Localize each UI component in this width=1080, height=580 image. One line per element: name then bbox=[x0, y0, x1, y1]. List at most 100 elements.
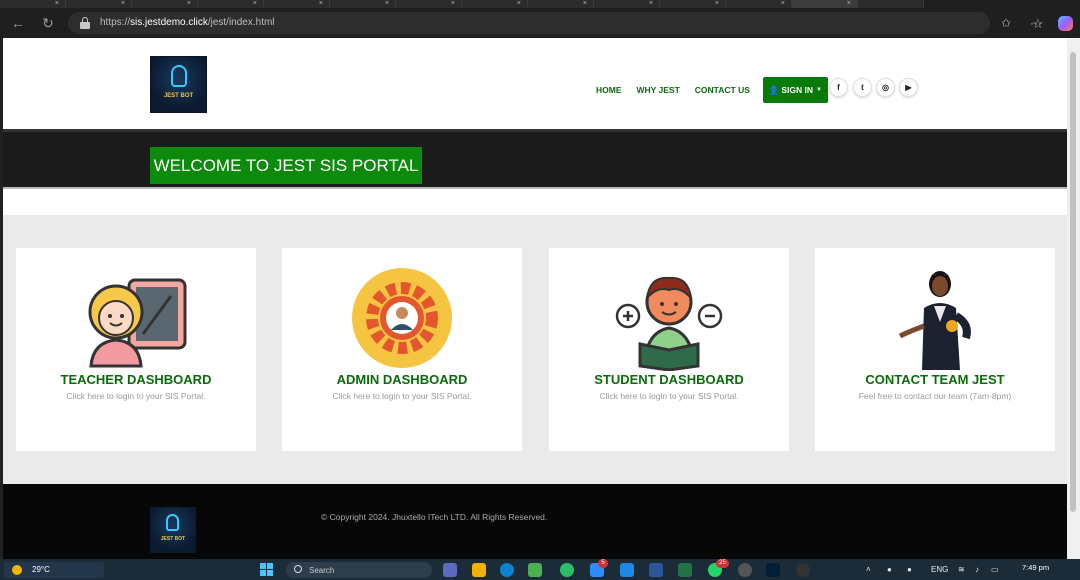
browser-tab[interactable]: × bbox=[132, 0, 198, 8]
edge-browser-icon[interactable] bbox=[500, 563, 514, 577]
student-dashboard-card[interactable]: STUDENT DASHBOARD Click here to login to… bbox=[549, 248, 789, 451]
more-menu-icon[interactable]: ··· bbox=[1030, 15, 1042, 31]
admin-dashboard-card[interactable]: ADMIN DASHBOARD Click here to login to y… bbox=[282, 248, 522, 451]
footer-logo[interactable]: JEST BOT bbox=[150, 507, 196, 553]
browser-tab-active[interactable]: × bbox=[792, 0, 858, 8]
youtube-icon[interactable]: ▶ bbox=[899, 78, 918, 97]
store-icon[interactable] bbox=[528, 563, 542, 577]
tray-arrow-icon[interactable]: ˄ bbox=[866, 565, 871, 574]
sign-in-label: SIGN IN bbox=[781, 85, 814, 95]
tab-strip: × × × × × × × × × × × × × bbox=[0, 0, 1080, 8]
browser-tab[interactable]: × bbox=[264, 0, 330, 8]
app-icon[interactable] bbox=[796, 563, 810, 577]
search-icon bbox=[294, 565, 302, 573]
main-nav: HOME WHY JEST CONTACT US 👤 SIGN IN ▼ bbox=[596, 76, 828, 104]
close-tab-icon[interactable]: × bbox=[451, 0, 455, 7]
close-tab-icon[interactable]: × bbox=[55, 0, 59, 7]
notification-badge: 5 bbox=[598, 559, 608, 568]
media-player-icon[interactable] bbox=[738, 563, 752, 577]
app-icon[interactable] bbox=[620, 563, 634, 577]
battery-icon[interactable]: ▭ bbox=[991, 565, 999, 574]
volume-icon[interactable]: ♪ bbox=[975, 565, 979, 574]
tray-app-icon[interactable]: ● bbox=[887, 565, 892, 574]
sign-in-button[interactable]: 👤 SIGN IN ▼ bbox=[762, 77, 828, 103]
nav-why-jest[interactable]: WHY JEST bbox=[637, 85, 680, 95]
url-field[interactable]: https://sis.jestdemo.click/jest/index.ht… bbox=[68, 12, 1044, 34]
browser-tab[interactable]: × bbox=[0, 0, 66, 8]
file-explorer-icon[interactable] bbox=[472, 563, 486, 577]
url-text[interactable]: https://sis.jestdemo.click/jest/index.ht… bbox=[100, 17, 275, 28]
robot-logo-icon bbox=[171, 65, 187, 87]
teacher-dashboard-card[interactable]: TEACHER DASHBOARD Click here to login to… bbox=[16, 248, 256, 451]
card-description: Click here to login to your SIS Portal. bbox=[66, 391, 206, 401]
notification-badge: 25 bbox=[716, 559, 729, 568]
copilot-icon[interactable] bbox=[1058, 16, 1073, 31]
excel-icon[interactable] bbox=[678, 563, 692, 577]
address-bar: ← ↻ https://sis.jestdemo.click/jest/inde… bbox=[0, 8, 1080, 38]
taskbar-search[interactable]: Search bbox=[286, 562, 432, 578]
windows-start-icon[interactable] bbox=[260, 563, 273, 576]
instagram-icon[interactable]: ◎ bbox=[876, 78, 895, 97]
browser-tab[interactable]: × bbox=[726, 0, 792, 8]
nav-home[interactable]: HOME bbox=[596, 85, 622, 95]
back-arrow-icon[interactable]: ← bbox=[10, 15, 26, 31]
robot-logo-icon bbox=[166, 514, 179, 531]
search-placeholder: Search bbox=[309, 566, 335, 575]
close-tab-icon[interactable]: × bbox=[517, 0, 521, 7]
browser-tab[interactable]: × bbox=[66, 0, 132, 8]
tray-app-icon[interactable]: ● bbox=[907, 565, 912, 574]
support-agent-photo bbox=[898, 271, 971, 370]
photoshop-icon[interactable] bbox=[766, 563, 780, 577]
close-tab-icon[interactable]: × bbox=[385, 0, 389, 7]
wifi-icon[interactable]: ≋ bbox=[958, 565, 965, 574]
close-tab-icon[interactable]: × bbox=[319, 0, 323, 7]
browser-tab[interactable]: × bbox=[198, 0, 264, 8]
card-description: Click here to login to your SIS Portal. bbox=[599, 391, 739, 401]
browser-tab[interactable]: × bbox=[330, 0, 396, 8]
close-tab-icon[interactable]: × bbox=[121, 0, 125, 7]
user-icon: 👤 bbox=[768, 84, 780, 95]
site-header: JEST BOT HOME WHY JEST CONTACT US 👤 SIGN… bbox=[3, 38, 1067, 129]
close-tab-icon[interactable]: × bbox=[847, 0, 851, 7]
logo-text: JEST BOT bbox=[163, 93, 194, 99]
new-tab-button[interactable] bbox=[858, 0, 924, 8]
card-description: Click here to login to your SIS Portal. bbox=[332, 391, 472, 401]
close-tab-icon[interactable]: × bbox=[187, 0, 191, 7]
word-icon[interactable] bbox=[649, 563, 663, 577]
lock-icon[interactable] bbox=[80, 17, 90, 29]
close-tab-icon[interactable]: × bbox=[253, 0, 257, 7]
weather-widget[interactable]: 29°C bbox=[4, 562, 104, 578]
close-tab-icon[interactable]: × bbox=[781, 0, 785, 7]
language-indicator[interactable]: ENG bbox=[931, 565, 948, 574]
task-view-icon[interactable] bbox=[443, 563, 457, 577]
twitter-icon[interactable]: t bbox=[853, 78, 872, 97]
browser-tab[interactable]: × bbox=[462, 0, 528, 8]
card-title: STUDENT DASHBOARD bbox=[594, 372, 744, 387]
browser-tab[interactable]: × bbox=[396, 0, 462, 8]
refresh-icon[interactable]: ↻ bbox=[40, 15, 56, 31]
close-tab-icon[interactable]: × bbox=[583, 0, 587, 7]
close-tab-icon[interactable]: × bbox=[649, 0, 653, 7]
clock[interactable]: 7:49 pm bbox=[1022, 563, 1049, 572]
chrome-icon[interactable] bbox=[560, 563, 574, 577]
facebook-icon[interactable]: f bbox=[829, 78, 848, 97]
caret-down-icon: ▼ bbox=[816, 87, 822, 93]
contact-team-card[interactable]: CONTACT TEAM JEST Feel free to contact o… bbox=[815, 248, 1055, 451]
favorites-icon[interactable]: ✩ bbox=[1001, 15, 1011, 31]
page-scrollbar[interactable] bbox=[1067, 38, 1080, 559]
teacher-icon bbox=[88, 278, 187, 368]
welcome-banner: WELCOME TO JEST SIS PORTAL bbox=[3, 129, 1067, 187]
divider-strip bbox=[3, 187, 1067, 215]
weather-temp: 29°C bbox=[32, 565, 50, 574]
browser-tab[interactable]: × bbox=[528, 0, 594, 8]
student-reading-icon bbox=[615, 276, 723, 371]
scrollbar-thumb[interactable] bbox=[1070, 52, 1076, 512]
browser-tab[interactable]: × bbox=[594, 0, 660, 8]
browser-tab[interactable]: × bbox=[660, 0, 726, 8]
card-title: TEACHER DASHBOARD bbox=[60, 372, 212, 387]
nav-contact-us[interactable]: CONTACT US bbox=[695, 85, 750, 95]
footer-logo-text: JEST BOT bbox=[160, 536, 186, 542]
site-logo[interactable]: JEST BOT bbox=[150, 56, 207, 113]
taskbar: 29°C Search 5 25 ˄ ● ● ENG ≋ ♪ ▭ 7:49 pm bbox=[0, 559, 1080, 580]
close-tab-icon[interactable]: × bbox=[715, 0, 719, 7]
